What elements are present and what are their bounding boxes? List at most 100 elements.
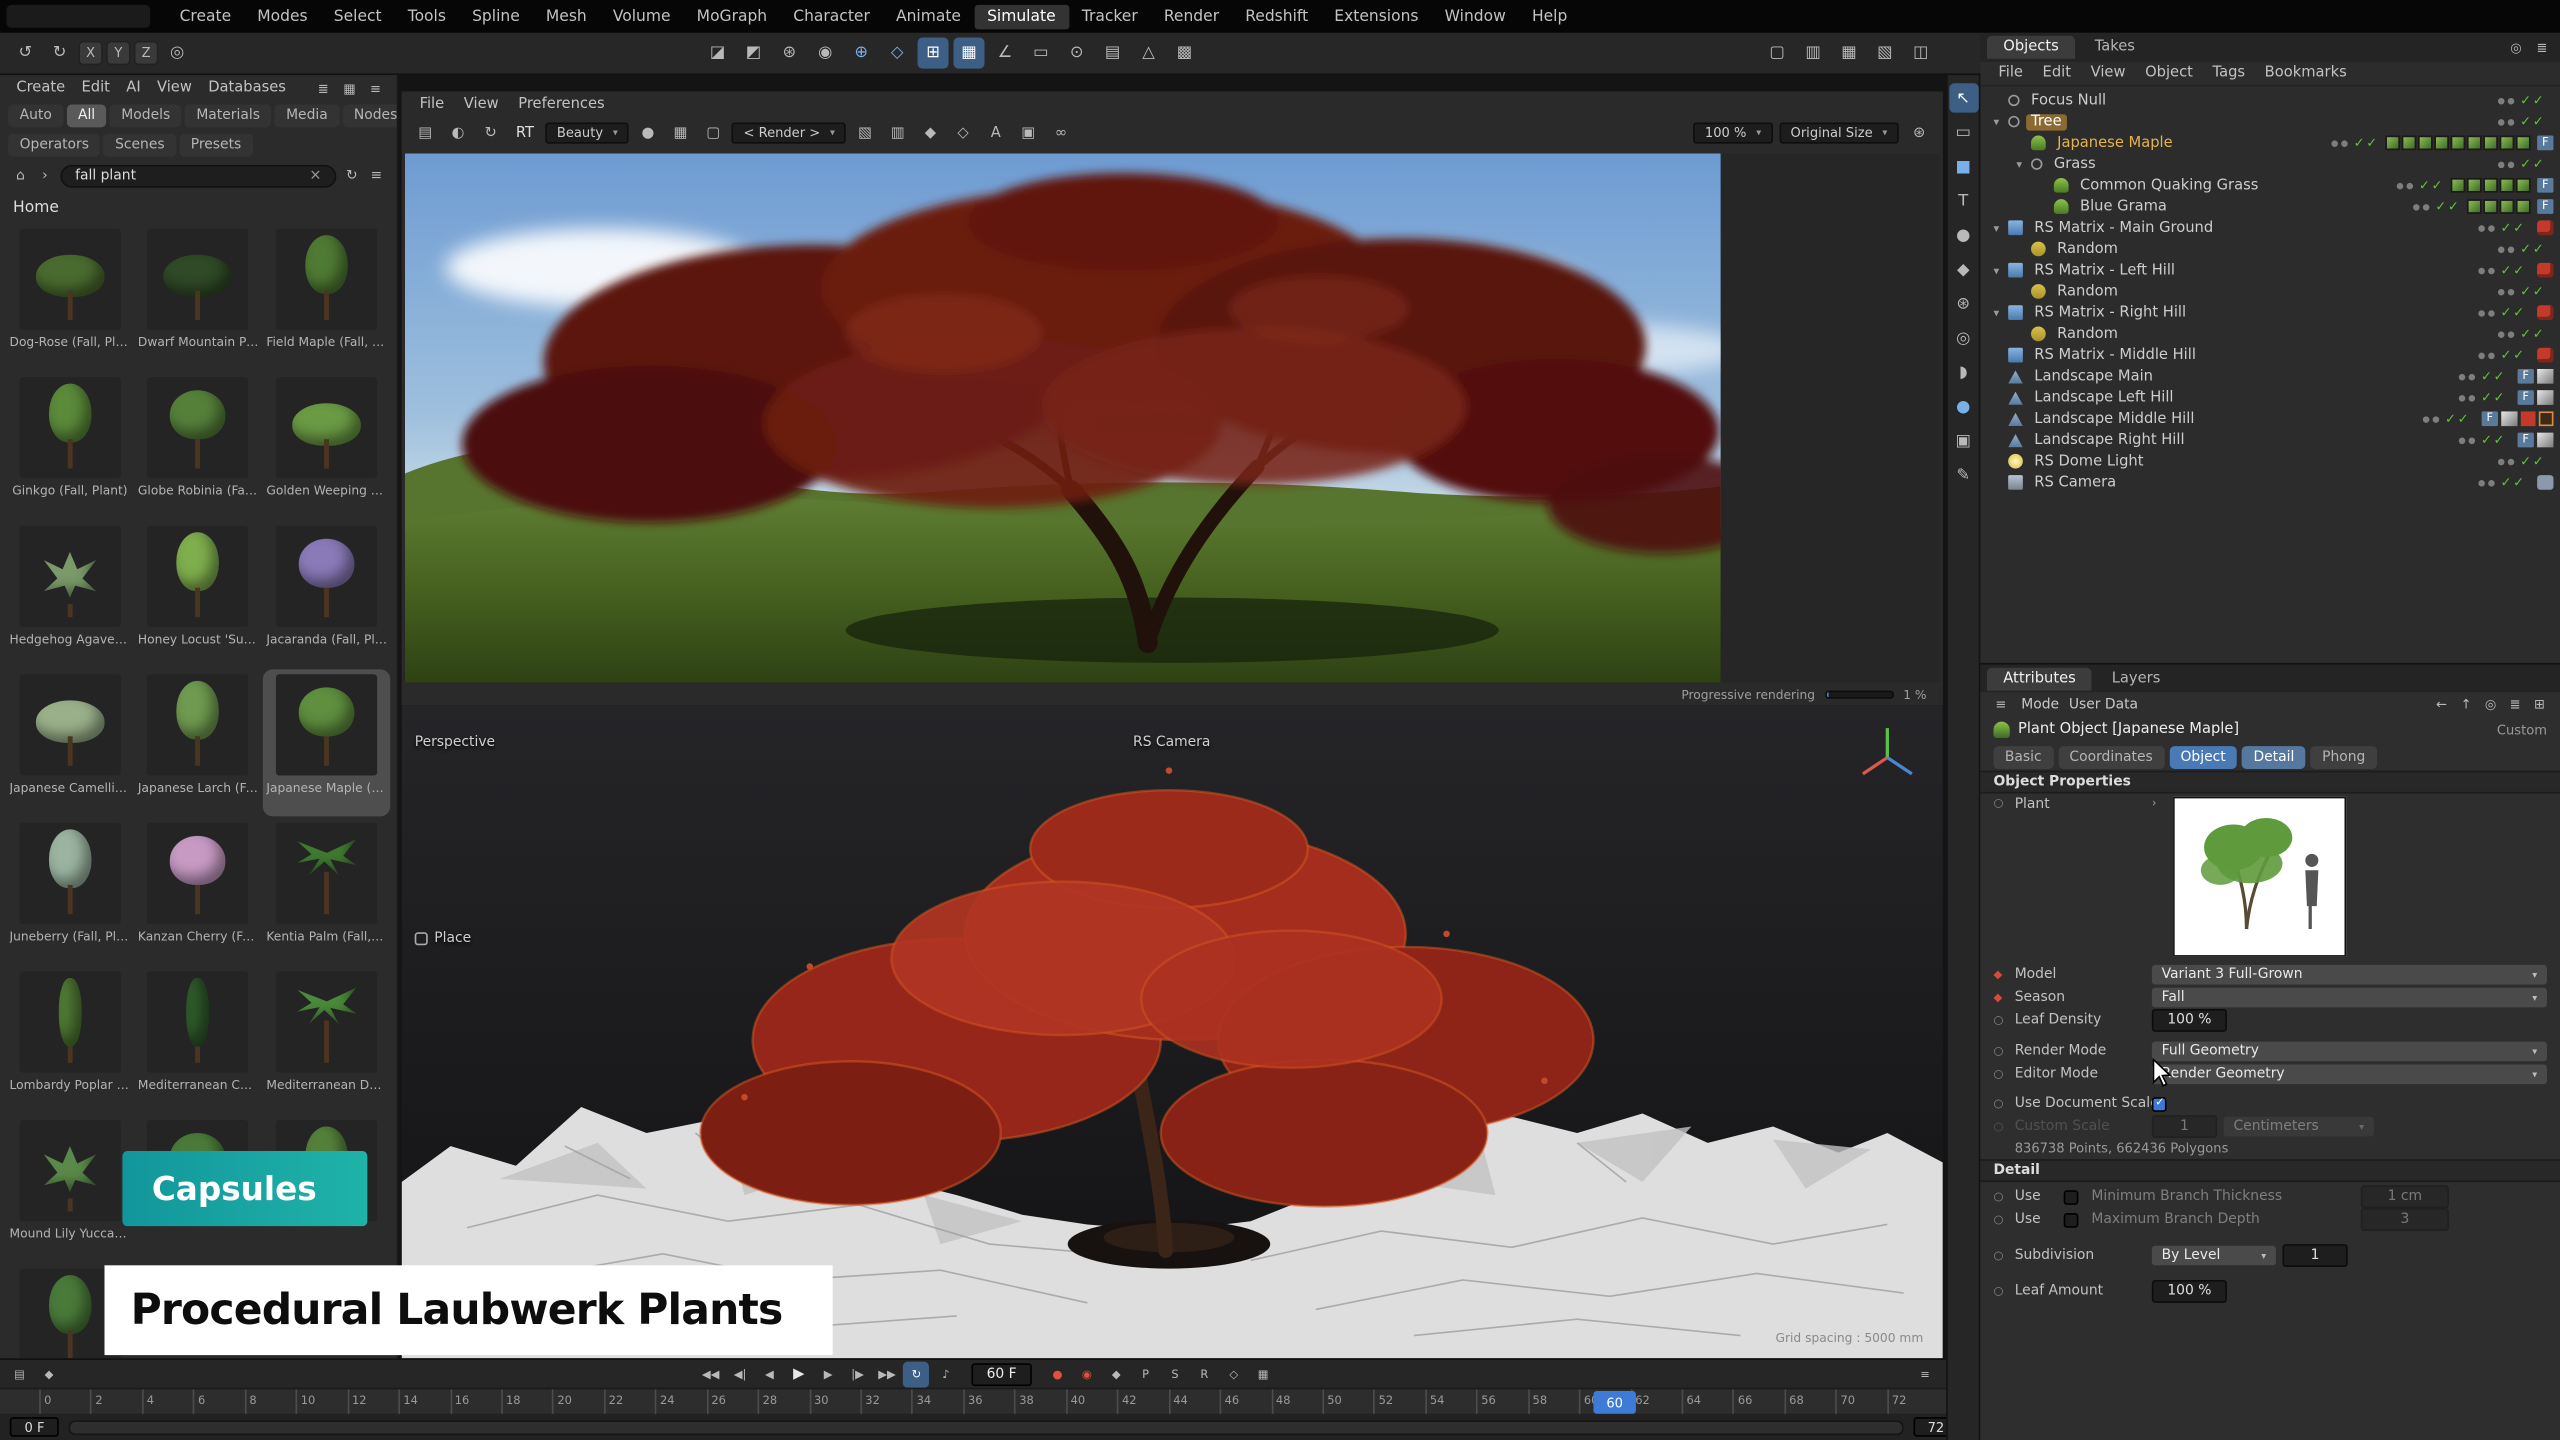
om-menu-item[interactable]: File (1990, 64, 2031, 84)
primitive-cube-tool[interactable]: ■ (1949, 152, 1978, 181)
layout-dual-icon[interactable]: ▥ (1798, 38, 1829, 69)
compare-icon[interactable]: ▦ (667, 119, 695, 147)
visibility-dot[interactable] (2507, 118, 2514, 125)
perspective-viewport[interactable]: Perspective RS Camera Place Grid spacing… (402, 705, 1943, 1358)
texture-tag-chip[interactable] (2516, 178, 2531, 193)
texture-tag-chip[interactable] (2483, 199, 2498, 214)
render-view-menu-item[interactable]: File (411, 94, 452, 114)
om-menu-item[interactable]: Bookmarks (2257, 64, 2355, 84)
visibility-dot[interactable] (2468, 394, 2475, 401)
object-type-icon[interactable] (2008, 305, 2023, 320)
attr-panel-icon[interactable]: ⊞ (2529, 694, 2550, 715)
lut-icon[interactable]: ▣ (1015, 119, 1043, 147)
enable-checkmarks[interactable] (2481, 369, 2506, 384)
asset-item[interactable]: Juneberry (Fall, Plant) (7, 818, 134, 965)
use-max-branch-checkbox[interactable] (2064, 1212, 2079, 1227)
menu-item[interactable]: Render (1151, 4, 1232, 28)
visibility-dot[interactable] (2507, 97, 2514, 104)
RS Matrix - Right Hill[interactable]: ▾RS Matrix - Right Hill (1980, 302, 2560, 323)
render-settings-button[interactable]: ⊛ (774, 38, 805, 69)
asset-item[interactable]: Japanese Larch (Fall, ... (135, 669, 262, 816)
Random[interactable]: Random (1980, 323, 2560, 344)
generators-menu-icon[interactable]: ● (1949, 220, 1978, 249)
asset-tab[interactable]: Presets (179, 134, 252, 157)
keyframe-dot[interactable] (1993, 1249, 2014, 1262)
asset-item[interactable]: Dog-Rose (Fall, Plant) (7, 224, 134, 371)
f-tag[interactable]: F (2518, 390, 2534, 405)
axis-gizmo[interactable] (1855, 722, 1920, 787)
plant-preview-thumbnail[interactable]: (Acer palmatum) (2173, 797, 2346, 957)
menu-item[interactable]: Volume (600, 4, 684, 28)
custom-button[interactable]: Custom (2497, 722, 2547, 737)
expand-arrow-icon[interactable]: ▾ (1993, 264, 2008, 277)
workplane-button[interactable]: ▭ (1025, 38, 1056, 69)
f-tag[interactable]: F (2482, 411, 2498, 426)
cube-tag[interactable] (2537, 220, 2553, 235)
render-view-menu-item[interactable]: Preferences (510, 94, 613, 114)
visibility-dot[interactable] (2432, 416, 2439, 423)
modeling-axis-button[interactable]: ⊙ (1061, 38, 1092, 69)
menu-item[interactable]: Tracker (1069, 4, 1151, 28)
texture-tag-chip[interactable] (2385, 136, 2400, 151)
visibility-dot[interactable] (2507, 246, 2514, 253)
visibility-dot[interactable] (2458, 373, 2465, 380)
visibility-dot[interactable] (2497, 118, 2504, 125)
asset-tab[interactable]: Media (275, 104, 340, 127)
leaf-amount-field[interactable]: 100 % (2152, 1280, 2227, 1303)
size-mode-dropdown[interactable]: Original Size (1779, 122, 1899, 143)
om-menu-item[interactable]: Tags (2204, 64, 2253, 84)
axis-x-toggle[interactable]: X (78, 41, 102, 65)
timeline-view-icon[interactable]: ▤ (7, 1361, 33, 1387)
asset-menu-item[interactable]: Create (10, 78, 72, 98)
model-dropdown[interactable]: Variant 3 Full-Grown (2152, 965, 2547, 985)
keyframe-dot[interactable] (1993, 1285, 2014, 1298)
texture-tag-chip[interactable] (2434, 136, 2449, 151)
enable-checkmarks[interactable] (2501, 475, 2526, 490)
asset-tab[interactable]: Operators (8, 134, 100, 157)
save-image-icon[interactable]: ▤ (411, 119, 439, 147)
asset-item[interactable]: Hedgehog Agave (Fall... (7, 521, 134, 668)
visibility-dot[interactable] (2422, 203, 2429, 210)
menu-item[interactable]: Extensions (1321, 4, 1431, 28)
attr-up-icon[interactable]: ↑ (2456, 694, 2477, 715)
next-key-button[interactable]: |▶ (845, 1361, 871, 1387)
asset-item[interactable]: Kentia Palm (Fall, Plant) (263, 818, 390, 965)
filter-icon[interactable]: ≡ (366, 166, 387, 187)
visibility-dot[interactable] (2497, 161, 2504, 168)
Landscape Right Hill[interactable]: Landscape Right HillF (1980, 429, 2560, 450)
texture-tag-chip[interactable] (2500, 199, 2515, 214)
menu-item[interactable]: Tools (395, 4, 459, 28)
visibility-dot[interactable] (2507, 458, 2514, 465)
object-name[interactable]: RS Matrix - Left Hill (2029, 262, 2180, 278)
expand-arrow-icon[interactable]: ▾ (2016, 158, 2031, 171)
expand-arrow-icon[interactable]: ▾ (1993, 306, 2008, 319)
visibility-dot[interactable] (2478, 224, 2485, 231)
menu-item[interactable]: Character (780, 4, 883, 28)
enable-checkmarks[interactable] (2501, 348, 2526, 363)
texture-tag-chip[interactable] (2467, 136, 2482, 151)
timeline-key-icon[interactable]: ◆ (36, 1361, 62, 1387)
object-type-icon[interactable] (2031, 327, 2046, 342)
use-document-scale-checkbox[interactable] (2152, 1096, 2167, 1111)
coordinates-button[interactable]: ◇ (882, 38, 913, 69)
axis-y-toggle[interactable]: Y (106, 41, 130, 65)
object-name[interactable]: Landscape Main (2029, 368, 2157, 384)
swatch-tag[interactable] (2501, 411, 2517, 426)
range-scrollbar[interactable] (69, 1420, 1903, 1435)
visibility-dot[interactable] (2488, 352, 2495, 359)
visibility-dot[interactable] (2422, 416, 2429, 423)
enable-checkmarks[interactable] (2520, 93, 2545, 108)
object-type-icon[interactable] (2008, 116, 2019, 127)
loop-button[interactable]: ↻ (903, 1361, 929, 1387)
snapshot-icon[interactable]: ● (634, 119, 662, 147)
object-type-icon[interactable] (2008, 390, 2023, 405)
cube-tag[interactable] (2537, 263, 2553, 278)
volume-menu-icon[interactable]: ● (1949, 392, 1978, 421)
visibility-dot[interactable] (2488, 267, 2495, 274)
category-tab[interactable]: Phong (2311, 745, 2377, 768)
texture-tag-chip[interactable] (2483, 178, 2498, 193)
timeline-playhead[interactable]: 60 (1593, 1391, 1635, 1414)
f-tag[interactable]: F (2537, 199, 2553, 214)
play-button[interactable]: ▶ (786, 1361, 812, 1387)
detail-section-header[interactable]: Detail (1980, 1159, 2560, 1182)
